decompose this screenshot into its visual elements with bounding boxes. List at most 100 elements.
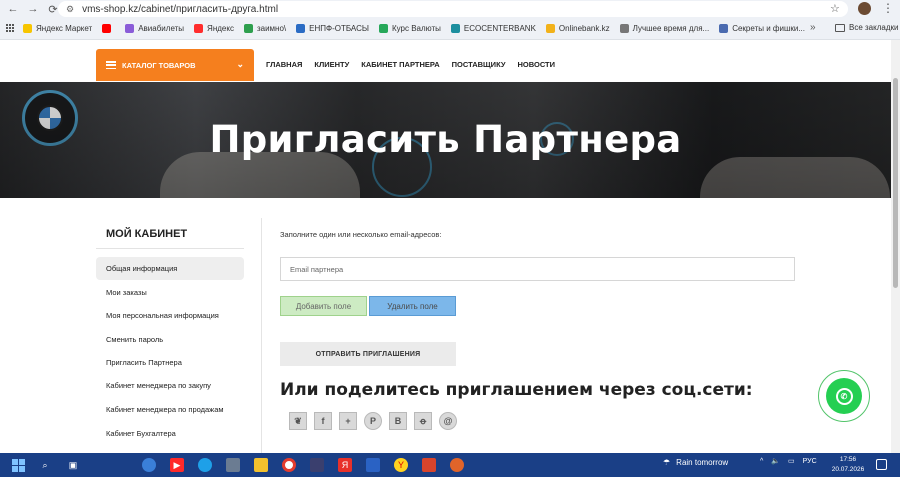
sidebar-item-accountant[interactable]: Кабинет Бухгалтера (96, 422, 244, 445)
divider (261, 218, 262, 453)
partner-email-input[interactable] (280, 257, 795, 281)
task-view-icon[interactable]: ▣ (66, 458, 80, 472)
bookmark[interactable]: Курс Валюты (378, 24, 441, 33)
all-bookmarks-button[interactable]: Все закладки (835, 23, 898, 32)
notifications-icon[interactable] (876, 459, 887, 470)
twitter-icon[interactable]: ❦ (289, 412, 307, 430)
bookmark[interactable]: Лучшее время для... (619, 24, 710, 33)
facebook-icon[interactable]: f (314, 412, 332, 430)
bookmark[interactable]: Авиабилеты (125, 24, 184, 33)
sidebar-item-change-password[interactable]: Сменить пароль (96, 328, 244, 351)
bookmark[interactable] (102, 24, 115, 33)
menu-item-supplier[interactable]: ПОСТАВЩИКУ (452, 60, 506, 69)
google-plus-icon[interactable]: + (339, 412, 357, 430)
browser-menu-icon[interactable]: ⋮ (882, 1, 894, 15)
tray-chevron-icon[interactable]: ^ (760, 458, 763, 465)
delete-field-button[interactable]: Удалить поле (369, 296, 456, 316)
search-icon[interactable]: ⌕ (38, 458, 52, 472)
bookmarks-overflow-icon[interactable]: » (810, 22, 816, 33)
sidebar-item-general-info[interactable]: Общая информация (96, 257, 244, 280)
yandex-icon[interactable]: Я (338, 458, 352, 472)
apps-grid-icon[interactable] (6, 24, 15, 33)
add-field-button[interactable]: Добавить поле (280, 296, 367, 316)
bookmark-favicon (619, 24, 629, 33)
clock[interactable]: 17:56 20.07.2026 (828, 455, 868, 475)
calculator-icon[interactable] (226, 458, 240, 472)
profile-avatar[interactable] (858, 2, 871, 15)
all-bookmarks-label: Все закладки (849, 23, 899, 32)
social-share-bar: ❦ f + P B ꝋ @ (289, 412, 464, 430)
page-scrollbar[interactable] (891, 40, 900, 453)
sidebar-item-my-orders[interactable]: Мои заказы (96, 281, 244, 304)
bookmark[interactable]: Onlinebank.kz (545, 24, 610, 33)
form-hint: Заполните один или несколько email-адрес… (280, 230, 442, 239)
whatsapp-button[interactable]: ✆ (826, 378, 862, 414)
site-info-icon[interactable]: ⚙ (66, 4, 74, 15)
bookmark-favicon (23, 24, 32, 33)
odnoklassniki-icon[interactable]: ꝋ (414, 412, 432, 430)
youtube-icon (102, 24, 112, 33)
site-header: КАТАЛОГ ТОВАРОВ ⌄ ГЛАВНАЯ КЛИЕНТУ КАБИНЕ… (0, 40, 900, 82)
browser-toolbar: ← → ⟳ ⚙ vms-shop.kz/cabinet/пригласить-д… (0, 0, 900, 18)
app-icon[interactable] (366, 458, 380, 472)
address-bar[interactable]: ⚙ vms-shop.kz/cabinet/пригласить-друга.h… (58, 1, 848, 17)
scrollbar-thumb[interactable] (893, 78, 898, 288)
hero-banner: Пригласить Партнера (0, 82, 891, 198)
pinterest-icon[interactable]: P (364, 412, 382, 430)
app-icon[interactable] (142, 458, 156, 472)
sidebar-item-purchase-manager[interactable]: Кабинет менеджера по закупу (96, 374, 244, 397)
forward-icon[interactable]: → (26, 2, 40, 16)
bookmark[interactable]: ECOCENTERBANK (450, 24, 536, 33)
menu-item-partner-cabinet[interactable]: КАБИНЕТ ПАРТНЕРА (361, 60, 439, 69)
app-icon[interactable] (450, 458, 464, 472)
language-indicator[interactable]: РУС (803, 458, 817, 465)
main-menu: ГЛАВНАЯ КЛИЕНТУ КАБИНЕТ ПАРТНЕРА ПОСТАВЩ… (266, 60, 567, 69)
weather-text: Rain tomorrow (676, 458, 729, 467)
yandex-browser-icon[interactable]: Y (394, 458, 408, 472)
bookmark-label: Яндекс (207, 24, 234, 33)
store-icon[interactable] (310, 458, 324, 472)
bookmark[interactable]: Яндекс Маркет (23, 24, 92, 33)
bookmark-label: Лучшее время для... (632, 24, 710, 33)
chevron-down-icon: ⌄ (236, 59, 244, 69)
app-icon[interactable] (422, 458, 436, 472)
send-invitations-button[interactable]: ОТПРАВИТЬ ПРИГЛАШЕНИЯ (280, 342, 456, 366)
taskbar: ⌕ ▣ ▶ Я Y ☂ Rain tomorrow ^ 🔈 ▭ РУС 17:5… (0, 453, 900, 477)
youtube-icon[interactable]: ▶ (170, 458, 184, 472)
weather-widget[interactable]: ☂ Rain tomorrow (663, 458, 728, 467)
bookmark[interactable]: ЕНПФ-ОТБАСЫ (296, 24, 369, 33)
sidebar-title: МОЙ КАБИНЕТ (106, 228, 188, 240)
edge-icon[interactable] (198, 458, 212, 472)
back-icon[interactable]: ← (6, 2, 20, 16)
bookmark-star-icon[interactable]: ☆ (830, 2, 840, 15)
bookmark-favicon (125, 24, 135, 33)
folder-icon (835, 23, 845, 32)
vk-icon[interactable]: B (389, 412, 407, 430)
sidebar-item-sales-manager[interactable]: Кабинет менеджера по продажам (96, 398, 244, 421)
bookmark-favicon (450, 24, 460, 33)
catalog-button[interactable]: КАТАЛОГ ТОВАРОВ ⌄ (96, 49, 254, 81)
bookmark[interactable]: заимно\ (243, 24, 287, 33)
page-title: Пригласить Партнера (209, 118, 682, 161)
network-icon[interactable]: ▭ (788, 457, 795, 465)
bookmark-favicon (545, 24, 555, 33)
menu-item-news[interactable]: НОВОСТИ (518, 60, 556, 69)
whatsapp-icon: ✆ (835, 387, 853, 405)
bookmark-label: заимно\ (256, 24, 287, 33)
file-explorer-icon[interactable] (254, 458, 268, 472)
volume-icon[interactable]: 🔈 (771, 457, 780, 465)
bookmark-label: Секреты и фишки... (732, 24, 805, 33)
menu-item-client[interactable]: КЛИЕНТУ (314, 60, 349, 69)
bookmarks-bar: Яндекс Маркет Авиабилеты Яндекс заимно\ … (0, 18, 900, 40)
bookmark[interactable]: Секреты и фишки... (719, 24, 805, 33)
windows-start-icon[interactable] (12, 459, 25, 472)
menu-item-home[interactable]: ГЛАВНАЯ (266, 60, 302, 69)
bookmark-label: ECOCENTERBANK (463, 24, 536, 33)
bookmark-label: Яндекс Маркет (36, 24, 93, 33)
sidebar-item-personal-info[interactable]: Моя персональная информация (96, 304, 244, 327)
chrome-icon[interactable] (282, 458, 296, 472)
bookmark[interactable]: Яндекс (194, 24, 234, 33)
sidebar-item-invite-partner[interactable]: Пригласить Партнера (96, 351, 244, 374)
divider (96, 248, 244, 249)
mail-icon[interactable]: @ (439, 412, 457, 430)
